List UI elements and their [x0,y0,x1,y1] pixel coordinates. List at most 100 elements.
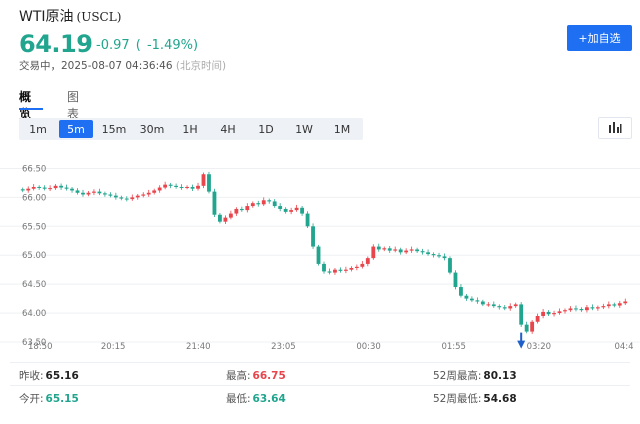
interval-15m[interactable]: 15m [97,120,131,138]
candle-body [382,248,387,250]
interval-selector: 1m 5m 15m 30m 1H 4H 1D 1W 1M [19,118,363,140]
x-tick-label: 18:50 [28,342,53,352]
stat-label: 今开: [19,393,44,405]
candle-body [376,246,381,250]
candle-body [579,309,584,311]
candle-body [387,248,392,251]
candle-body [585,307,589,311]
tab-chart[interactable]: 图表 [67,88,79,122]
candle-body [113,195,118,198]
candle-body [37,186,42,188]
candle-body [404,250,409,253]
candle-body [168,184,173,186]
tab-overview[interactable]: 概览 [19,88,31,122]
interval-5m[interactable]: 5m [59,120,93,138]
stat-52w-low: 52周最低: 54.68 [433,391,517,406]
stat-open: 今开: 65.15 [19,391,79,406]
candle-body [174,185,179,187]
stat-label: 最高: [226,370,251,382]
last-price: 64.19 [19,30,93,58]
candle-body [437,255,441,257]
candle-body [146,192,151,195]
status-text: 交易中，2025-08-07 04:36:46 [19,60,173,72]
candle-body [574,308,578,310]
candle-body [212,191,217,215]
stat-value: 65.16 [45,370,79,382]
interval-1mo[interactable]: 1M [325,120,359,138]
chart-settings-button[interactable] [598,117,632,139]
interval-1m[interactable]: 1m [21,120,55,138]
candle-body [64,187,69,189]
price-change: -0.97 ( -1.49%) [96,38,199,53]
stat-low: 最低: 63.64 [226,391,286,406]
candle-body [152,190,157,193]
candle-body [601,306,606,308]
candle-body [31,186,36,189]
candle-body [239,208,244,211]
y-tick-label: 66.50 [22,164,46,174]
candle-body [179,186,184,188]
candle-body [426,252,430,255]
interval-1h[interactable]: 1H [173,120,207,138]
candle-body [75,190,80,193]
candle-body [469,298,474,301]
stat-label: 昨收: [19,370,44,382]
candle-body [185,186,189,188]
bar-chart-settings-icon [609,122,622,133]
candle-body [201,174,206,186]
timezone-label: (北京时间) [175,60,227,72]
candle-body [448,258,452,273]
stat-high: 最高: 66.75 [226,368,286,383]
stat-value: 80.13 [483,370,517,382]
interval-1d[interactable]: 1D [249,120,283,138]
candle-body [552,313,556,315]
y-tick-label: 66.00 [22,193,46,203]
interval-4h[interactable]: 4H [211,120,245,138]
candle-body [409,249,414,251]
candle-body [480,301,485,305]
stat-label: 52周最高: [433,370,482,382]
candle-body [300,207,305,214]
candle-body [333,269,337,273]
candle-body [343,269,348,271]
trading-status: 交易中，2025-08-07 04:36:46 (北京时间) [19,58,226,73]
candle-body [431,254,436,256]
candle-body [338,269,343,271]
candle-body [606,304,611,307]
candle-body [92,191,96,193]
candle-body [124,198,129,200]
candle-body [283,208,288,212]
price-chart[interactable]: 66.5066.0065.5065.0064.5064.0063.5018:50… [0,148,640,354]
instrument-title: WTI原油 (USCL) [19,6,121,26]
candle-body [546,311,551,315]
candle-body [234,208,239,214]
interval-30m[interactable]: 30m [135,120,169,138]
stat-label: 52周最低: [433,393,482,405]
candle-body [535,315,540,322]
x-tick-label: 01:55 [441,342,466,352]
candle-body [207,174,211,192]
candle-body [119,197,124,199]
candle-body [513,304,518,307]
candle-body [415,249,420,252]
x-tick-label: 23:05 [271,342,296,352]
candle-body [316,246,321,264]
candle-body [327,271,332,273]
candle-body [245,206,250,211]
candle-body [453,272,458,288]
y-tick-label: 65.50 [22,222,46,232]
stat-value: 65.15 [45,393,79,405]
add-to-watchlist-button[interactable]: +加自选 [567,25,632,51]
candle-body [135,195,140,198]
candle-body [272,201,277,207]
candle-body [20,189,25,191]
x-tick-label: 04:4 [614,342,633,352]
candle-body [26,188,31,191]
stat-value: 63.64 [252,393,286,405]
interval-1w[interactable]: 1W [287,120,321,138]
x-tick-label: 03:20 [527,342,552,352]
candle-body [365,258,370,264]
candle-body [349,267,354,270]
y-tick-label: 65.00 [22,251,46,261]
candle-body [256,203,261,205]
